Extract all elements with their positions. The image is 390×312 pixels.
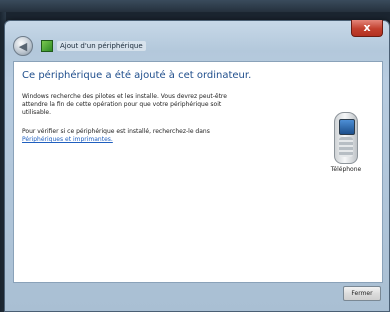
phone-screen (339, 119, 355, 135)
driver-info-text: Windows recherche des pilotes et les ins… (22, 93, 227, 116)
add-device-window: x ◀ Ajout d'un périphérique Ce périphéri… (4, 20, 390, 312)
device-wizard-icon (41, 40, 53, 52)
devices-printers-link[interactable]: Périphériques et imprimantes. (22, 136, 113, 144)
page-heading: Ce périphérique a été ajouté à cet ordin… (22, 70, 252, 81)
close-button[interactable]: Fermer (343, 286, 381, 301)
back-arrow-icon: ◀ (18, 39, 28, 53)
content-panel: Ce périphérique a été ajouté à cet ordin… (13, 61, 383, 283)
window-close-button[interactable]: x (351, 20, 383, 37)
back-button[interactable]: ◀ (13, 36, 33, 56)
verify-info-text: Pour vérifier si ce périphérique est ins… (22, 128, 210, 135)
window-title: Ajout d'un périphérique (57, 41, 146, 51)
phone-icon (334, 112, 358, 164)
desktop-frame-top (0, 0, 390, 12)
phone-keypad (339, 137, 353, 157)
device-label: Téléphone (330, 166, 362, 173)
titlebar: ◀ Ajout d'un périphérique (13, 35, 349, 57)
